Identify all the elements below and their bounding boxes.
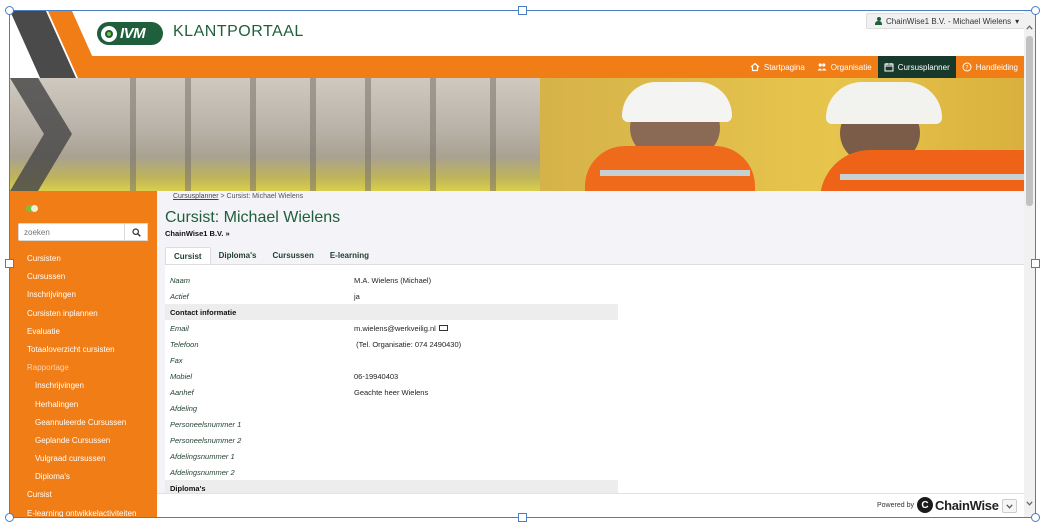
sidebar-item-elearning[interactable]: E-learning ontwikkelactiviteiten <box>10 505 157 517</box>
chainwise-logo[interactable]: C ChainWise <box>917 497 999 513</box>
detail-row-afdelingsnummer-1: Afdelingsnummer 1 <box>170 451 235 461</box>
sidebar-item-cursisten-inplannen[interactable]: Cursisten inplannen <box>10 305 157 323</box>
search-icon <box>131 227 141 237</box>
mail-icon[interactable] <box>438 325 448 331</box>
sidebar-item-cursist[interactable]: Cursist <box>10 486 157 504</box>
sidebar-item-rapportage-inschrijvingen[interactable]: Inschrijvingen <box>10 377 157 395</box>
detail-row-personeelsnummer-1: Personeelsnummer 1 <box>170 419 242 429</box>
sidebar-section-rapportage: Rapportage <box>27 363 69 373</box>
sidebar-item-inschrijvingen[interactable]: Inschrijvingen <box>10 286 157 304</box>
detail-row-naam: Naam M.A. Wielens (Michael) <box>170 275 432 285</box>
main-navbar: Startpagina Organisatie Cursusplanner ? … <box>80 56 1024 78</box>
sidebar-item-diplomas[interactable]: Diploma's <box>10 468 157 486</box>
tab-bar: Cursist Diploma's Cursussen E-learning <box>165 247 377 264</box>
sidebar-item-herhalingen[interactable]: Herhalingen <box>10 396 157 414</box>
sidebar-item-evaluatie[interactable]: Evaluatie <box>10 323 157 341</box>
sidebar-menu: Cursisten Cursussen Inschrijvingen Cursi… <box>10 250 157 517</box>
caret-down-icon: ▾ <box>1015 16 1020 26</box>
resize-handle-top-right[interactable] <box>1031 6 1040 15</box>
detail-row-mobiel: Mobiel 06-19940403 <box>170 371 399 381</box>
breadcrumb-link-cursusplanner[interactable]: Cursusplanner <box>173 193 219 200</box>
section-header-contact: Contact informatie <box>165 304 618 320</box>
brand-title: KLANTPORTAAL <box>173 23 304 40</box>
tab-diplomas[interactable]: Diploma's <box>211 247 265 264</box>
chevron-down-icon <box>1006 503 1013 509</box>
sidebar-item-vulgraad-cursussen[interactable]: Vulgraad cursussen <box>10 450 157 468</box>
user-menu-label: ChainWise1 B.V. - Michael Wielens <box>886 16 1012 26</box>
detail-row-personeelsnummer-2: Personeelsnummer 2 <box>170 435 242 445</box>
detail-row-telefoon: Telefoon (Tel. Organisatie: 074 2490430) <box>170 339 462 349</box>
cursist-details-panel: Naam M.A. Wielens (Michael) Actief ja Co… <box>165 265 1024 517</box>
tab-cursist[interactable]: Cursist <box>165 247 211 264</box>
scroll-up-arrow[interactable] <box>1024 21 1035 33</box>
sidebar-toggle[interactable] <box>26 205 38 212</box>
resize-handle-top-left[interactable] <box>5 6 14 15</box>
calendar-icon <box>884 63 894 72</box>
resize-handle-bottom-right[interactable] <box>1031 513 1040 522</box>
company-link[interactable]: ChainWise1 B.V. » <box>165 229 230 238</box>
sidebar-item-cursisten[interactable]: Cursisten <box>10 250 157 268</box>
page-footer: Powered by C ChainWise <box>157 493 1024 517</box>
detail-row-actief: Actief ja <box>170 291 360 301</box>
nav-cursusplanner[interactable]: Cursusplanner <box>877 56 956 78</box>
sidebar-search <box>18 223 148 241</box>
breadcrumb: Cursusplanner > Cursist: Michael Wielens <box>173 193 304 200</box>
resize-handle-right[interactable] <box>1031 259 1040 268</box>
sidebar-item-totaaloverzicht[interactable]: Totaaloverzicht cursisten <box>10 341 157 359</box>
breadcrumb-current: Cursist: Michael Wielens <box>226 193 304 200</box>
detail-row-aanhef: Aanhef Geachte heer Wielens <box>170 387 429 397</box>
browser-viewport: KLANTPORTAAL IVM ChainWise1 B.V. - Micha… <box>10 11 1035 517</box>
sidebar-item-cursussen[interactable]: Cursussen <box>10 268 157 286</box>
search-input[interactable] <box>18 223 125 241</box>
nav-handleiding[interactable]: ? Handleiding <box>956 56 1024 78</box>
search-button[interactable] <box>125 223 148 241</box>
resize-handle-left[interactable] <box>5 259 14 268</box>
email-link[interactable]: m.wielens@werkveilig.nl <box>354 324 436 333</box>
detail-row-afdelingsnummer-2: Afdelingsnummer 2 <box>170 467 235 477</box>
resize-handle-bottom-left[interactable] <box>5 513 14 522</box>
user-icon <box>875 17 882 25</box>
main-content: Cursusplanner > Cursist: Michael Wielens… <box>157 191 1024 517</box>
detail-row-fax: Fax <box>170 355 183 365</box>
help-circle-icon: ? <box>962 62 972 72</box>
page-title: Cursist: Michael Wielens <box>165 209 341 226</box>
detail-row-afdeling: Afdeling <box>170 403 198 413</box>
nav-organisatie[interactable]: Organisatie <box>811 56 878 78</box>
sidebar: Cursisten Cursussen Inschrijvingen Cursi… <box>10 191 157 517</box>
scroll-down-arrow[interactable] <box>1024 497 1035 509</box>
powered-by-label: Powered by <box>877 502 914 509</box>
svg-text:?: ? <box>965 64 968 71</box>
sidebar-item-geannuleerde-cursussen[interactable]: Geannuleerde Cursussen <box>10 414 157 432</box>
home-icon <box>750 62 760 72</box>
footer-collapse-button[interactable] <box>1002 499 1017 513</box>
user-menu-button[interactable]: ChainWise1 B.V. - Michael Wielens ▾ <box>866 13 1029 29</box>
resize-handle-top[interactable] <box>518 6 527 15</box>
detail-row-email: Email m.wielens@werkveilig.nl <box>165 320 618 336</box>
sidebar-item-geplande-cursussen[interactable]: Geplande Cursussen <box>10 432 157 450</box>
header-stripes <box>10 11 102 78</box>
resize-handle-bottom[interactable] <box>518 513 527 522</box>
scrollbar-thumb[interactable] <box>1026 36 1033 206</box>
nav-startpagina[interactable]: Startpagina <box>744 56 811 78</box>
tab-elearning[interactable]: E-learning <box>322 247 377 264</box>
chainwise-logo-icon: C <box>917 497 933 513</box>
tab-cursussen[interactable]: Cursussen <box>264 247 321 264</box>
chevron-up-icon <box>1026 24 1033 30</box>
chevron-down-icon <box>1026 500 1033 506</box>
users-icon <box>817 63 827 71</box>
